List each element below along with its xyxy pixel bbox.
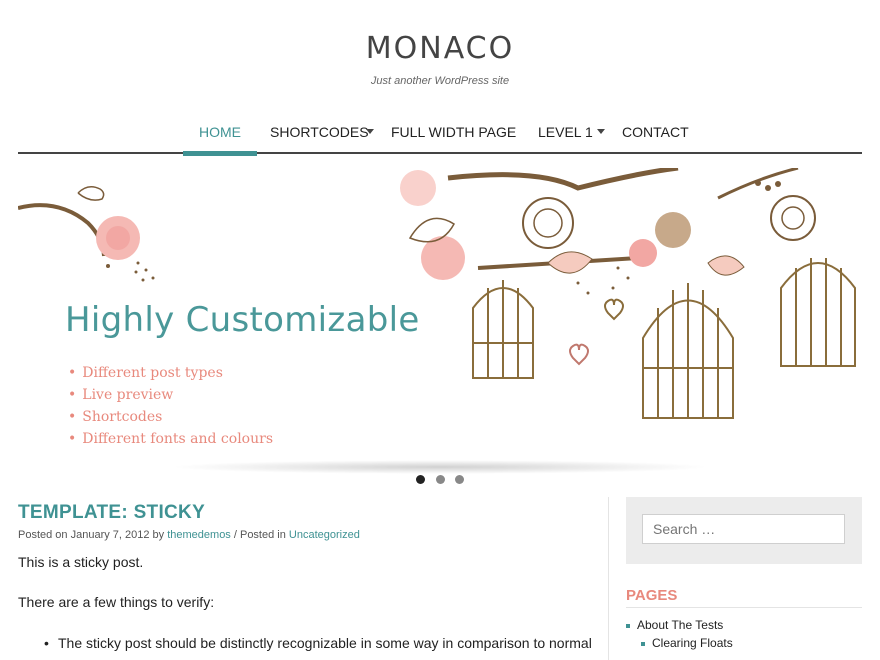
post-category-prefix: / Posted in xyxy=(230,529,289,541)
nav-item-shortcodes[interactable]: SHORTCODES xyxy=(270,124,369,140)
nav-item-contact[interactable]: CONTACT xyxy=(622,124,689,140)
search-widget xyxy=(626,497,862,564)
slider-dot[interactable] xyxy=(416,475,425,484)
slider-dot[interactable] xyxy=(436,475,445,484)
slide-headline: Highly Customizable xyxy=(65,300,420,340)
hero-slider[interactable]: Highly Customizable Different post types… xyxy=(18,168,862,468)
post-paragraph: There are a few things to verify: xyxy=(18,594,215,610)
post-bullet-list: The sticky post should be distinctly rec… xyxy=(40,635,600,651)
slide-feature-item: Shortcodes xyxy=(68,406,273,428)
square-bullet-icon xyxy=(626,623,630,628)
slide-feature-list: Different post types Live preview Shortc… xyxy=(68,362,273,450)
page-link-label: About The Tests xyxy=(637,618,724,632)
post-meta: Posted on January 7, 2012 by themedemos … xyxy=(18,529,360,541)
post-paragraph: This is a sticky post. xyxy=(18,554,144,570)
page-link-clearing-floats[interactable]: Clearing Floats xyxy=(641,636,733,650)
nav-item-home[interactable]: HOME xyxy=(183,124,257,156)
slide-feature-item: Live preview xyxy=(68,384,273,406)
post-author-link[interactable]: themedemos xyxy=(167,529,231,541)
main-navigation: HOME SHORTCODES FULL WIDTH PAGE LEVEL 1 … xyxy=(18,114,862,156)
search-input[interactable] xyxy=(642,514,845,544)
chevron-down-icon[interactable] xyxy=(366,129,374,134)
chevron-down-icon[interactable] xyxy=(597,129,605,134)
site-tagline: Just another WordPress site xyxy=(370,75,510,87)
page-link-about-the-tests[interactable]: About The Tests xyxy=(626,618,723,632)
slide-feature-item: Different post types xyxy=(68,362,273,384)
nav-item-full-width-page[interactable]: FULL WIDTH PAGE xyxy=(391,124,516,140)
site-title[interactable]: MONACO xyxy=(0,31,880,66)
pages-widget-title: PAGES xyxy=(626,587,678,604)
post-bullet-item: The sticky post should be distinctly rec… xyxy=(40,635,600,651)
nav-item-level-1[interactable]: LEVEL 1 xyxy=(538,124,593,140)
slider-shadow xyxy=(170,460,710,474)
slider-dot[interactable] xyxy=(455,475,464,484)
post-title[interactable]: TEMPLATE: STICKY xyxy=(18,502,205,524)
page-link-label: Clearing Floats xyxy=(652,636,733,650)
post-date-text: Posted on January 7, 2012 by xyxy=(18,529,168,541)
square-bullet-icon xyxy=(641,641,645,646)
post-category-link[interactable]: Uncategorized xyxy=(289,529,360,541)
content-divider xyxy=(608,497,609,660)
slide-feature-item: Different fonts and colours xyxy=(68,428,273,450)
widget-divider xyxy=(626,607,862,608)
